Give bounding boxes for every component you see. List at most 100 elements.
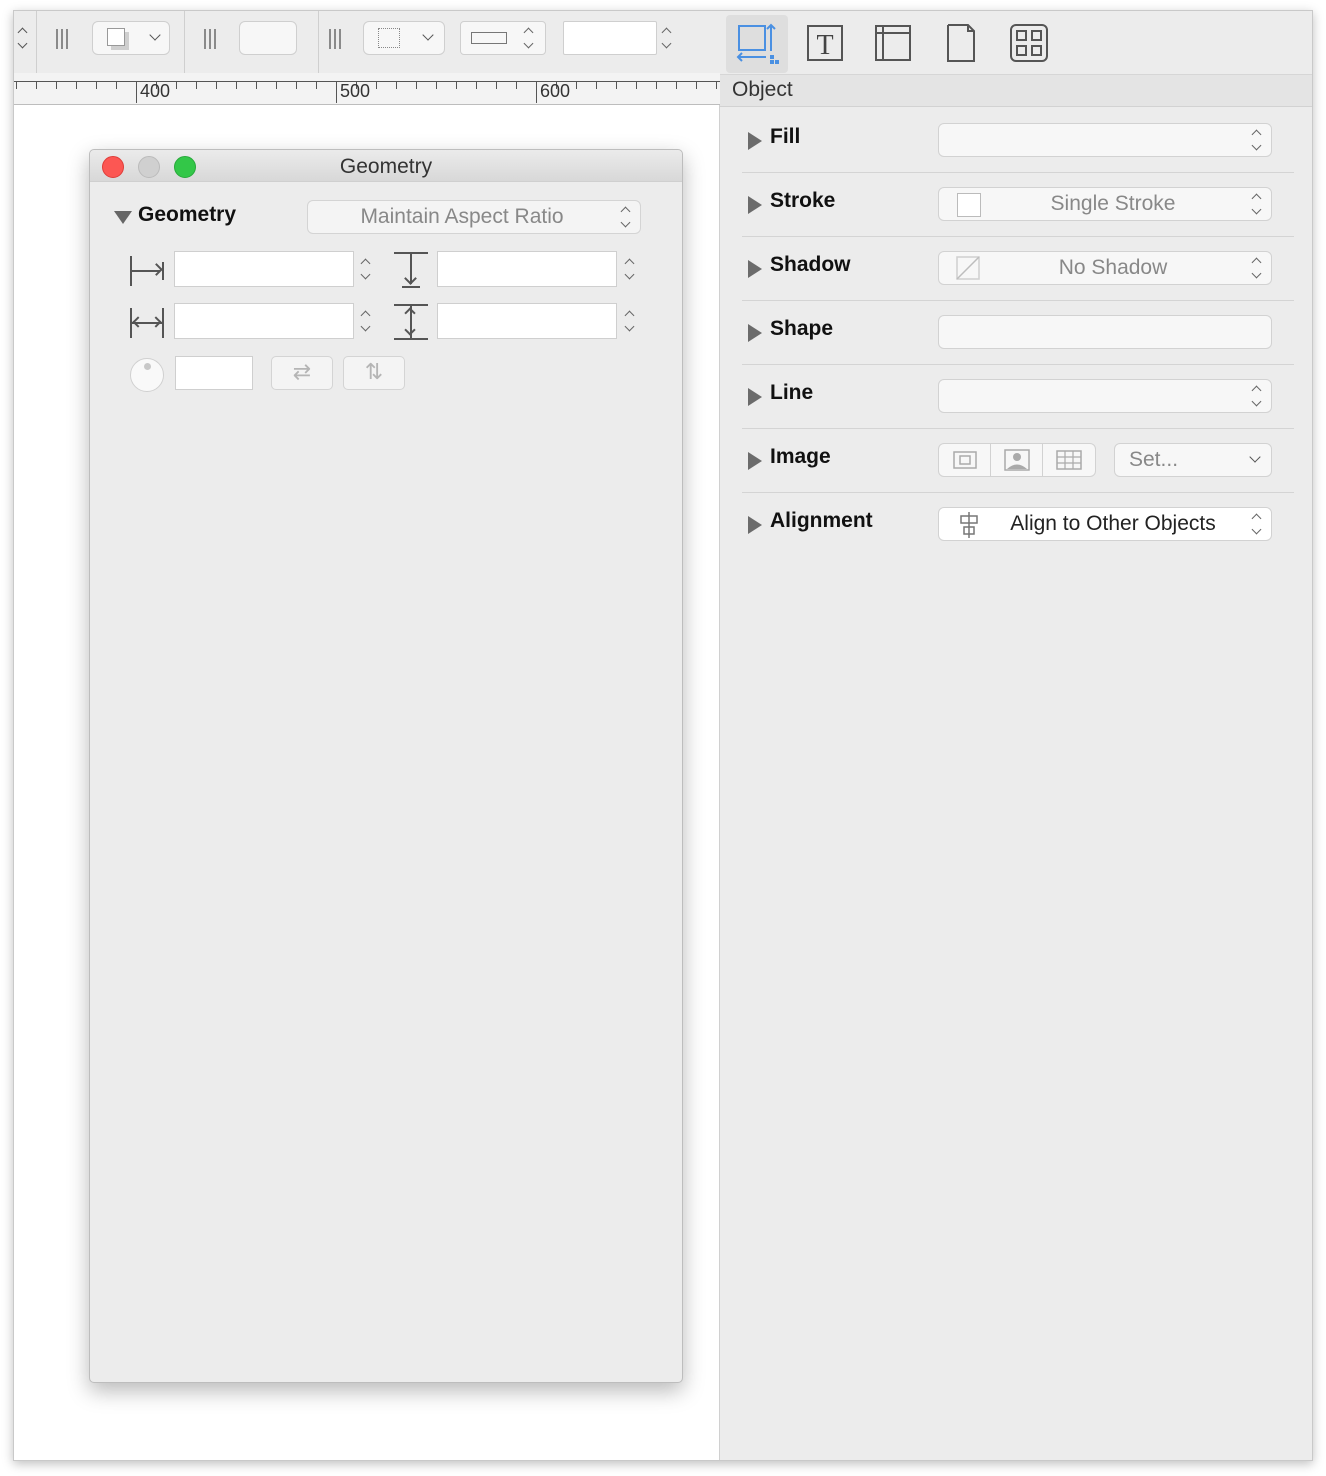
aspect-ratio-popup[interactable]: Maintain Aspect Ratio: [307, 200, 641, 234]
dotted-square-icon: [378, 28, 400, 48]
tab-object[interactable]: [726, 15, 788, 73]
ruler-tick: [276, 81, 277, 89]
tab-canvas[interactable]: [862, 15, 924, 73]
image-tiled-icon: [1056, 450, 1082, 470]
line-popup[interactable]: [938, 379, 1272, 413]
shadow-value: No Shadow: [1058, 256, 1168, 279]
stepper-icon: [523, 25, 535, 51]
ruler-tick: [516, 81, 517, 89]
image-tiled-button[interactable]: [1043, 444, 1095, 476]
stroke-swatch-icon: [957, 193, 981, 217]
ruler-tick: [616, 81, 617, 89]
app-window: 400 500 600 Geometry Geometry Maintain A…: [13, 10, 1313, 1461]
tab-stencils[interactable]: [998, 15, 1060, 73]
ruler-tick: [216, 81, 217, 89]
ruler-tick: [696, 81, 697, 89]
alignment-label: Alignment: [770, 509, 873, 532]
image-row[interactable]: Image Set...: [742, 429, 1294, 493]
stepper-icon: [1251, 255, 1263, 281]
flip-horizontal-button[interactable]: ⇄: [271, 356, 333, 390]
geometry-section-label: Geometry: [138, 203, 237, 226]
stroke-popup[interactable]: Single Stroke: [938, 187, 1272, 221]
ruler-tick: [16, 81, 17, 89]
shadow-style-popup[interactable]: [92, 21, 170, 55]
disclosure-closed-icon[interactable]: [748, 388, 762, 406]
ruler-tick: [96, 81, 97, 89]
stroke-rect-icon: [471, 32, 507, 44]
tab-text[interactable]: T: [794, 15, 856, 73]
image-set-popup[interactable]: Set...: [1114, 443, 1272, 477]
ruler-tick: [36, 81, 37, 89]
fill-label: Fill: [770, 125, 801, 148]
disclosure-closed-icon[interactable]: [748, 452, 762, 470]
disclosure-open-icon[interactable]: [114, 211, 132, 224]
ruler-tick: [416, 81, 417, 89]
disclosure-closed-icon[interactable]: [748, 260, 762, 278]
ruler-tick: [576, 81, 577, 89]
width-stepper[interactable]: [360, 308, 372, 334]
object-inspector-icon: [736, 23, 779, 64]
chevron-down-icon: [149, 29, 161, 41]
ruler-tick: [436, 81, 437, 89]
y-position-field[interactable]: [437, 251, 617, 287]
ruler-tick: [256, 81, 257, 89]
image-stretched-icon: [1004, 449, 1030, 471]
ruler-tick: [236, 81, 237, 89]
stroke-value: Single Stroke: [1050, 192, 1176, 215]
image-stretched-button[interactable]: [991, 444, 1043, 476]
disclosure-closed-icon[interactable]: [748, 324, 762, 342]
ruler-tick: [76, 81, 77, 89]
stroke-width-popup[interactable]: [460, 21, 546, 55]
flip-horizontal-icon: ⇄: [292, 359, 312, 384]
shape-well[interactable]: [938, 315, 1272, 349]
stroke-label: Stroke: [770, 189, 836, 212]
disclosure-closed-icon[interactable]: [748, 516, 762, 534]
y-position-stepper[interactable]: [624, 256, 636, 282]
aspect-ratio-label: Maintain Aspect Ratio: [360, 205, 564, 228]
chevron-down-icon: [1249, 451, 1261, 463]
height-icon: [394, 304, 428, 340]
tab-document[interactable]: [930, 15, 992, 73]
disclosure-closed-icon[interactable]: [748, 196, 762, 214]
shadow-row[interactable]: Shadow No Shadow: [742, 237, 1294, 301]
x-position-field[interactable]: [174, 251, 354, 287]
number-stepper[interactable]: [661, 25, 673, 51]
shape-row[interactable]: Shape: [742, 301, 1294, 365]
disclosure-closed-icon[interactable]: [748, 132, 762, 150]
toolbar-number-field[interactable]: [563, 21, 657, 55]
rotation-field[interactable]: [175, 356, 253, 390]
ruler-tick: [336, 81, 337, 103]
rotation-knob[interactable]: [130, 358, 164, 392]
height-field[interactable]: [437, 303, 617, 339]
canvas-inspector-icon: [875, 25, 911, 61]
fill-row[interactable]: Fill: [742, 109, 1294, 173]
ruler-label-400: 400: [140, 81, 171, 101]
toolbar-stepper[interactable]: [16, 23, 30, 53]
height-stepper[interactable]: [624, 308, 636, 334]
image-mode-segmented[interactable]: [938, 443, 1096, 477]
ruler-tick: [476, 81, 477, 89]
line-row[interactable]: Line: [742, 365, 1294, 429]
x-position-stepper[interactable]: [360, 256, 372, 282]
alignment-row[interactable]: Alignment Align to Other Objects: [742, 493, 1294, 557]
alignment-popup[interactable]: Align to Other Objects: [938, 507, 1272, 541]
width-icon: [130, 306, 164, 340]
canvas-area[interactable]: 400 500 600 Geometry Geometry Maintain A…: [14, 11, 720, 1460]
ruler-tick: [296, 81, 297, 89]
shadow-popup[interactable]: No Shadow: [938, 251, 1272, 285]
stroke-style-popup[interactable]: [363, 21, 445, 55]
fill-popup[interactable]: [938, 123, 1272, 157]
width-field[interactable]: [174, 303, 354, 339]
flip-vertical-button[interactable]: ⇅: [343, 356, 405, 390]
ruler-tick: [136, 81, 137, 103]
geometry-titlebar[interactable]: Geometry: [90, 150, 682, 182]
toolbar-grip-icon: [56, 29, 68, 49]
stroke-row[interactable]: Stroke Single Stroke: [742, 173, 1294, 237]
style-toolbar: [14, 11, 720, 73]
ruler-tick: [196, 81, 197, 89]
image-natural-button[interactable]: [939, 444, 991, 476]
ruler-tick: [176, 81, 177, 89]
fill-color-well[interactable]: [239, 21, 297, 55]
inspector-header-title: Object: [732, 78, 793, 101]
ruler-tick: [396, 81, 397, 89]
